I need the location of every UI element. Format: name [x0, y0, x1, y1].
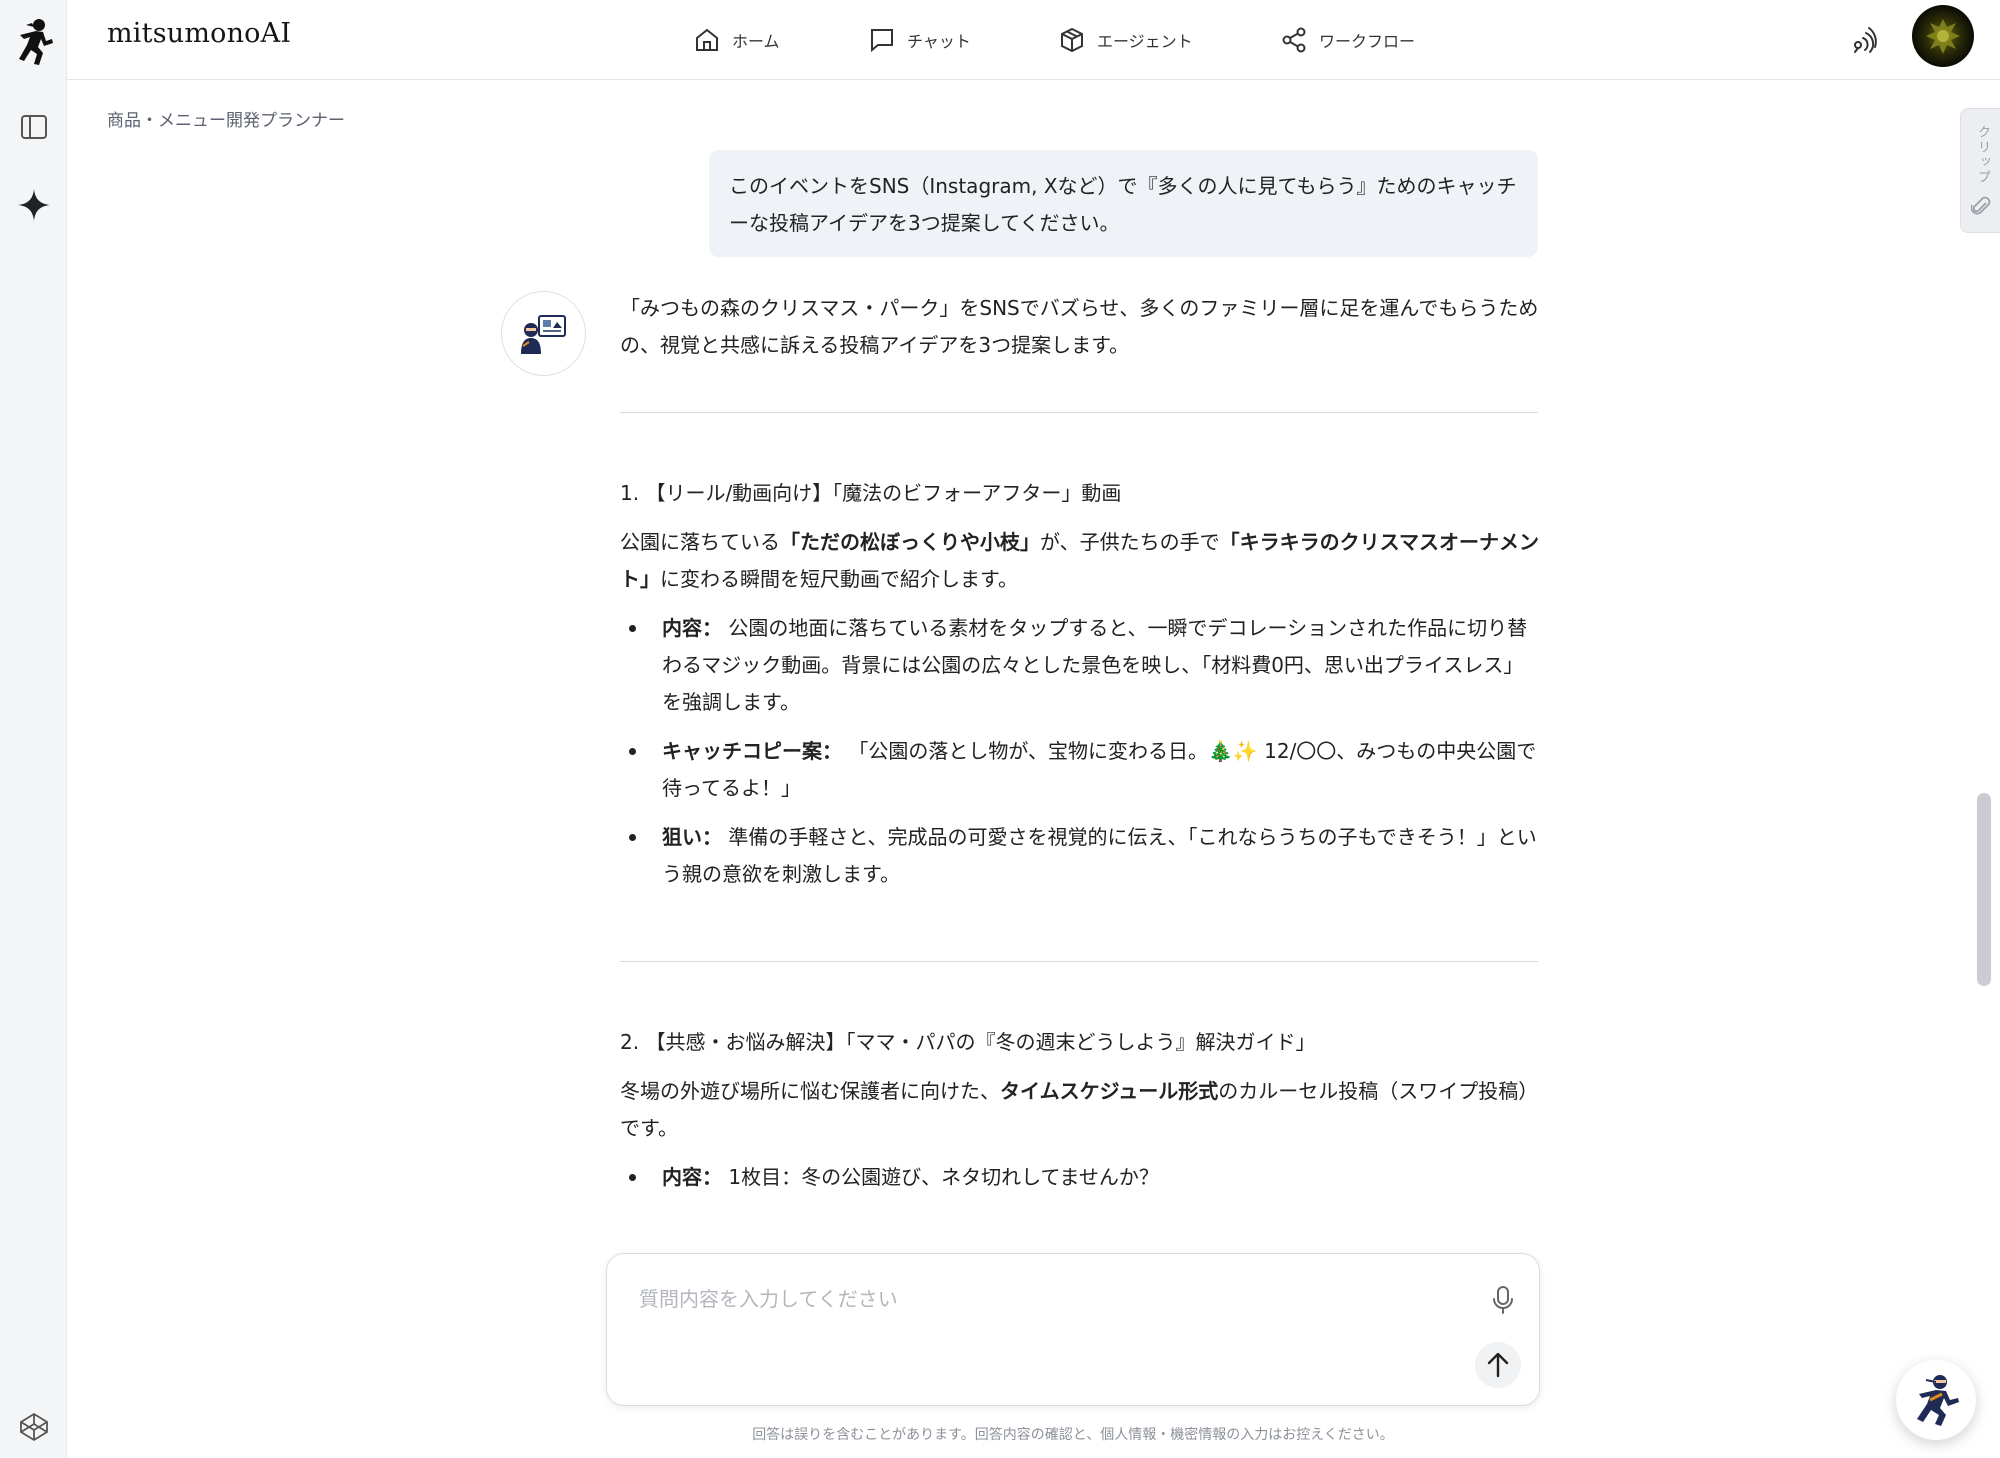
- user-avatar[interactable]: [1912, 5, 1974, 67]
- chat-input-box: [606, 1253, 1540, 1406]
- sidebar-toggle-icon[interactable]: [0, 106, 67, 148]
- nav-agent-label: エージェント: [1097, 32, 1193, 51]
- bullet-dot: [629, 625, 636, 632]
- paperclip-icon: [1971, 196, 1991, 215]
- arrow-up-icon: [1487, 1352, 1509, 1378]
- clip-tab-label: クリップ: [1975, 125, 1990, 185]
- nav-agent[interactable]: エージェント: [1059, 20, 1281, 60]
- idea1-desc-bold1: 「ただの松ぼっくりや小枝」: [780, 530, 1040, 554]
- idea2-desc-bold1: タイムスケジュール形式: [1000, 1079, 1219, 1103]
- idea1-desc-mid: が、子供たちの手で: [1040, 530, 1220, 554]
- scrollbar-thumb[interactable]: [1977, 793, 1991, 986]
- broadcast-icon[interactable]: [1843, 20, 1883, 60]
- left-rail: [0, 0, 67, 1458]
- question-input[interactable]: [639, 1279, 1439, 1319]
- nav-chat[interactable]: チャット: [869, 20, 1059, 60]
- bullet-text: 1枚目：冬の公園遊び、ネタ切れしてませんか？: [722, 1165, 1159, 1189]
- home-icon: [696, 28, 718, 51]
- answer-intro: 「みつもの森のクリスマス・パーク」をSNSでバズらせ、多くのファミリー層に足を運…: [620, 296, 1539, 357]
- chat-icon: [871, 29, 893, 53]
- bullet-dot: [629, 834, 636, 841]
- list-item: 狙い： 準備の手軽さと、完成品の可愛さを視覚的に伝え、「これならうちの子もできそ…: [620, 819, 1540, 893]
- ninja-runner-icon: [1917, 1375, 1959, 1426]
- assistant-answer: 「みつもの森のクリスマス・パーク」をSNSでバズらせ、多くのファミリー層に足を運…: [620, 290, 1540, 1196]
- divider: [620, 961, 1538, 962]
- bullet-label: 狙い：: [662, 825, 722, 849]
- breadcrumb[interactable]: 商品・メニュー開発プランナー: [107, 106, 345, 131]
- disclaimer-text: 回答は誤りを含むことがあります。回答内容の確認と、個人情報・機密情報の入力はお控…: [752, 1427, 1394, 1443]
- bullet-text: 公園の地面に落ちている素材をタップすると、一瞬でデコレーションされた作品に切り替…: [662, 616, 1528, 714]
- nav-chat-label: チャット: [907, 32, 971, 51]
- divider: [620, 412, 1538, 413]
- idea1-desc-post: に変わる瞬間を短尺動画で紹介します。: [660, 567, 1018, 591]
- list-item: 内容： 1枚目：冬の公園遊び、ネタ切れしてませんか？: [620, 1159, 1540, 1196]
- idea2-desc: 冬場の外遊び場所に悩む保護者に向けた、タイムスケジュール形式のカルーセル投稿（ス…: [620, 1073, 1540, 1147]
- share-nodes-icon: [1282, 27, 1306, 53]
- main-nav: ホーム チャット エージェント ワークフロー: [694, 20, 1481, 60]
- send-button[interactable]: [1475, 1342, 1521, 1388]
- microphone-icon[interactable]: [1483, 1280, 1523, 1320]
- bullet-label: 内容：: [662, 1165, 722, 1189]
- nav-home-label: ホーム: [732, 32, 780, 51]
- idea1-desc-pre: 公園に落ちている: [620, 530, 780, 554]
- bullet-label: キャッチコピー案：: [662, 739, 842, 763]
- nav-workflow[interactable]: ワークフロー: [1281, 20, 1481, 60]
- bullet-text: 準備の手軽さと、完成品の可愛さを視覚的に伝え、「これならうちの子もできそう！」と…: [662, 825, 1537, 886]
- bullet-dot: [629, 1174, 636, 1181]
- nav-workflow-label: ワークフロー: [1319, 32, 1416, 51]
- assistant-fab-button[interactable]: [1896, 1360, 1976, 1440]
- assistant-avatar: [501, 291, 586, 376]
- sparkle-icon[interactable]: [0, 184, 67, 226]
- idea1-title: 1. 【リール/動画向け】「魔法のビフォーアフター」動画: [620, 481, 1122, 505]
- nav-home[interactable]: ホーム: [694, 20, 869, 60]
- top-header: mitsumonoAI ホーム チャット エージェント ワークフロー: [67, 0, 2000, 80]
- agent-cube-icon: [1061, 27, 1083, 53]
- codepen-cube-icon[interactable]: [0, 1406, 67, 1448]
- list-item: キャッチコピー案： 「公園の落とし物が、宝物に変わる日。🎄✨ 12/〇〇、みつも…: [620, 733, 1540, 807]
- bullet-dot: [629, 748, 636, 755]
- idea1-desc: 公園に落ちている「ただの松ぼっくりや小枝」が、子供たちの手で「キラキラのクリスマ…: [620, 524, 1540, 598]
- idea2-title: 2. 【共感・お悩み解決】「ママ・パパの『冬の週末どうしよう』解決ガイド」: [620, 1030, 1316, 1054]
- clip-tab[interactable]: クリップ: [1960, 108, 2000, 233]
- brand-title[interactable]: mitsumonoAI: [107, 18, 291, 49]
- idea2-desc-pre: 冬場の外遊び場所に悩む保護者に向けた、: [620, 1079, 1000, 1103]
- user-message-bubble: このイベントをSNS（Instagram, Xなど）で『多くの人に見てもらう』た…: [709, 150, 1538, 257]
- list-item: 内容： 公園の地面に落ちている素材をタップすると、一瞬でデコレーションされた作品…: [620, 610, 1540, 721]
- ninja-logo-icon[interactable]: [0, 14, 67, 70]
- bullet-label: 内容：: [662, 616, 722, 640]
